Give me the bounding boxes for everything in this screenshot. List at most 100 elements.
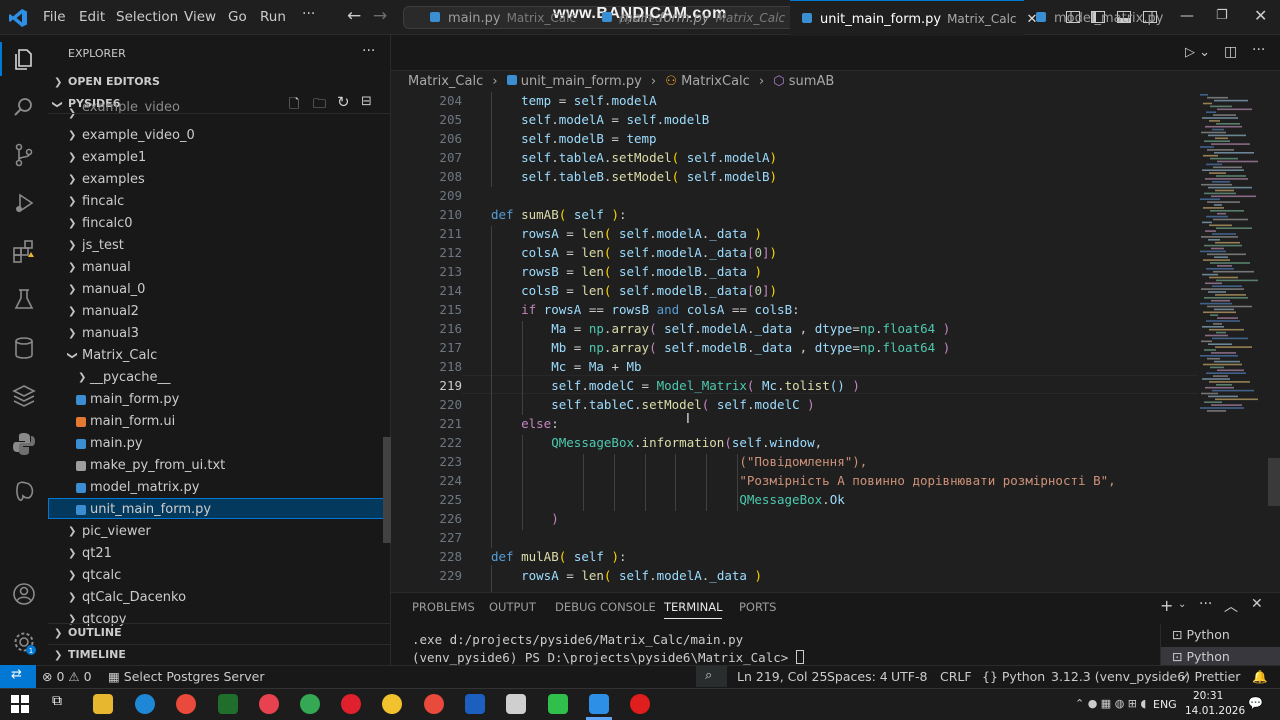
chevron-right-icon: ❯ — [68, 240, 77, 251]
tab-main-py[interactable]: main.py Matrix_Calc — [416, 0, 588, 36]
new-terminal-icon[interactable]: + — [1160, 596, 1173, 615]
layers-icon[interactable] — [10, 382, 38, 410]
chrome-profile-icon[interactable] — [424, 694, 444, 714]
explorer-more-button[interactable]: ··· — [362, 43, 375, 59]
vivaldi-icon[interactable] — [259, 694, 279, 714]
tray-icons[interactable]: ⌃ ● ▦ ◍ ⊞ ◖ — [1075, 697, 1146, 710]
bandicam-icon[interactable] — [630, 694, 650, 714]
code-line: colsB = len( self.modelB._data[0]) — [521, 283, 778, 298]
panel-tab-problems[interactable]: PROBLEMS — [412, 600, 475, 614]
editor-app-icon[interactable] — [506, 694, 526, 714]
chat-app-icon[interactable] — [548, 694, 568, 714]
search-icon[interactable] — [10, 93, 38, 121]
language-indicator[interactable]: ENG — [1153, 698, 1177, 711]
chevron-right-icon[interactable]: ❯ — [54, 628, 62, 639]
refresh-icon[interactable]: ↻ — [337, 93, 350, 111]
terminal-prompt[interactable]: (venv_pyside6) PS D:\projects\pyside6\Ma… — [412, 650, 804, 665]
chevron-right-icon[interactable]: ❯ — [54, 77, 62, 88]
collapse-all-icon[interactable]: ⊟ — [361, 94, 372, 109]
postgres-status[interactable]: ▦ Select Postgres Server — [108, 669, 264, 684]
timeline-section[interactable]: TIMELINE — [68, 648, 126, 661]
run-file-icon[interactable]: ▷ ⌄ — [1185, 45, 1210, 60]
language-status[interactable]: {} Python — [982, 669, 1045, 684]
code-line: else: — [521, 416, 559, 431]
maximize-panel-icon[interactable]: ︿ — [1224, 596, 1238, 616]
terminal-app-icon[interactable] — [465, 694, 485, 714]
line-number: 213 — [439, 264, 462, 279]
indentation-status[interactable]: Spaces: 4 — [827, 669, 888, 684]
edge-icon[interactable] — [135, 694, 155, 714]
run-debug-icon[interactable] — [10, 189, 38, 217]
chrome-alt-icon[interactable] — [300, 694, 320, 714]
opera-icon[interactable] — [341, 694, 361, 714]
account-icon[interactable] — [10, 580, 38, 608]
tab-main-form-py[interactable]: main_form.py Matrix_Calc — [590, 0, 788, 36]
panel-tab-debug-console[interactable]: DEBUG CONSOLE — [555, 600, 656, 614]
chevron-right-icon[interactable]: ❯ — [54, 650, 62, 661]
more-icon[interactable]: ··· — [1199, 596, 1212, 612]
python-icon[interactable] — [10, 430, 38, 458]
notifications-icon[interactable]: 🔔 — [1252, 669, 1268, 685]
code-line: self.tableA.setModel( self.modelA) — [521, 150, 778, 165]
testing-icon[interactable] — [10, 286, 38, 314]
eol-status[interactable]: CRLF — [940, 669, 972, 684]
remote-indicator[interactable]: ⇄ — [0, 665, 36, 688]
text-file-icon — [76, 461, 86, 471]
task-view-icon[interactable]: ⧉ — [52, 693, 62, 709]
browser-icon[interactable] — [382, 694, 402, 714]
panel-tab-ports[interactable]: PORTS — [739, 600, 776, 614]
tab-model-matrix-py[interactable]: model_matrix.py — [1026, 0, 1166, 36]
chrome-icon[interactable] — [176, 694, 196, 714]
code-line: ) — [551, 511, 559, 526]
vscode-taskbar-icon[interactable] — [589, 694, 609, 714]
chevron-right-icon: ❯ — [68, 526, 77, 537]
extensions-icon[interactable] — [10, 238, 38, 266]
minimize-icon[interactable]: — — [1180, 8, 1194, 24]
terminal-item[interactable]: ⊡ Python — [1172, 627, 1230, 642]
code-line: def sumAB( self ): — [491, 207, 627, 222]
sidebar-scrollbar[interactable] — [383, 437, 391, 543]
clock-time[interactable]: 20:31 — [1193, 690, 1223, 702]
chevron-right-icon: ❯ — [68, 548, 77, 559]
notification-center-icon[interactable]: 💬 — [1248, 696, 1263, 710]
breadcrumb-method[interactable]: sumAB — [789, 74, 835, 89]
cursor-position[interactable]: Ln 219, Col 25 — [737, 669, 827, 684]
prettier-status[interactable]: ✓ Prettier — [1180, 669, 1240, 684]
clock-date[interactable]: 14.01.2026 — [1185, 705, 1245, 717]
breadcrumb-file[interactable]: unit_main_form.py — [521, 74, 642, 89]
restore-icon[interactable]: ❐ — [1216, 8, 1228, 23]
terminal-label: Python — [1186, 627, 1230, 642]
interpreter-status[interactable]: 3.12.3 (venv_pyside6) — [1051, 669, 1190, 684]
tree-item-label: fincalc — [82, 194, 125, 209]
python-file-icon — [76, 505, 86, 515]
panel-tab-output[interactable]: OUTPUT — [489, 600, 536, 614]
close-panel-icon[interactable]: ✕ — [1251, 596, 1263, 612]
explorer-icon[interactable] — [10, 45, 38, 73]
chevron-down-icon[interactable]: ❯ — [52, 100, 63, 108]
more-actions-icon[interactable]: ··· — [1252, 42, 1265, 58]
app-icon[interactable] — [218, 694, 238, 714]
panel-tab-terminal[interactable]: TERMINAL — [664, 600, 723, 619]
chevron-down-icon[interactable]: ⌄ — [1178, 599, 1186, 610]
windows-start-icon[interactable] — [11, 695, 29, 713]
editor-scrollbar[interactable] — [1268, 458, 1280, 506]
minimap[interactable] — [1198, 92, 1268, 422]
tab-unit-main-form-py[interactable]: unit_main_form.py Matrix_Calc ✕ — [790, 0, 1037, 36]
divider — [48, 623, 391, 624]
zoom-status[interactable]: ⌕ — [696, 666, 727, 687]
source-control-icon[interactable] — [10, 141, 38, 169]
breadcrumb-folder[interactable]: Matrix_Calc — [408, 74, 483, 89]
close-window-icon[interactable]: ✕ — [1254, 6, 1267, 25]
encoding-status[interactable]: UTF-8 — [891, 669, 927, 684]
settings-gear-icon[interactable]: 1 — [10, 628, 38, 656]
file-explorer-icon[interactable] — [93, 694, 113, 714]
open-editors-section[interactable]: OPEN EDITORS — [68, 75, 160, 88]
problems-status[interactable]: ⊗ 0 ⚠ 0 — [42, 669, 92, 684]
line-number: 218 — [439, 359, 462, 374]
terminal-item[interactable]: ⊡ Python — [1172, 649, 1230, 664]
postgres-icon[interactable] — [10, 478, 38, 506]
breadcrumb-class[interactable]: MatrixCalc — [681, 74, 750, 89]
database-icon[interactable] — [10, 334, 38, 362]
split-editor-icon[interactable]: ◫ — [1224, 44, 1237, 60]
outline-section[interactable]: OUTLINE — [68, 626, 122, 639]
